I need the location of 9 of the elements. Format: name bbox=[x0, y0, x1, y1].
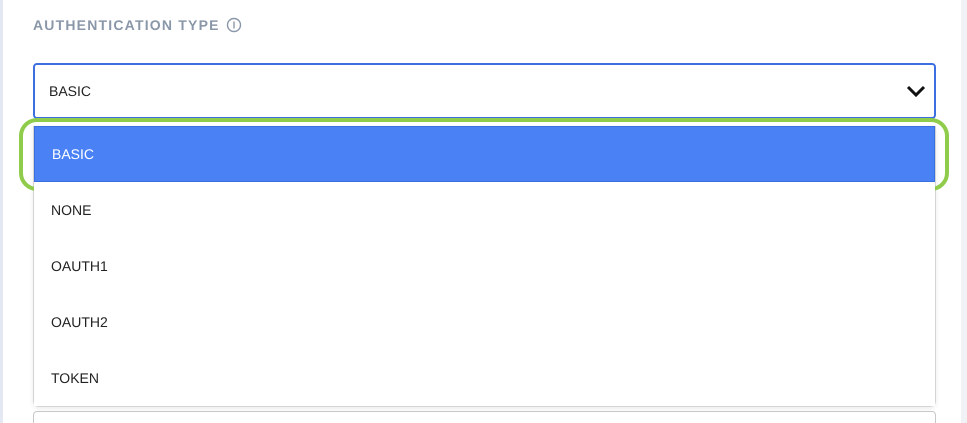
field-label: AUTHENTICATION TYPE bbox=[33, 17, 220, 33]
authentication-type-select[interactable]: BASIC bbox=[33, 63, 936, 119]
dropdown-option[interactable]: NONE bbox=[34, 182, 935, 238]
dropdown-option[interactable]: OAUTH1 bbox=[34, 238, 935, 294]
dropdown-option[interactable]: OAUTH2 bbox=[34, 294, 935, 350]
chevron-icon bbox=[906, 85, 926, 97]
dropdown-option[interactable]: TOKEN bbox=[34, 350, 935, 406]
dropdown-option[interactable]: BASIC bbox=[34, 126, 935, 182]
info-icon[interactable] bbox=[226, 17, 242, 33]
